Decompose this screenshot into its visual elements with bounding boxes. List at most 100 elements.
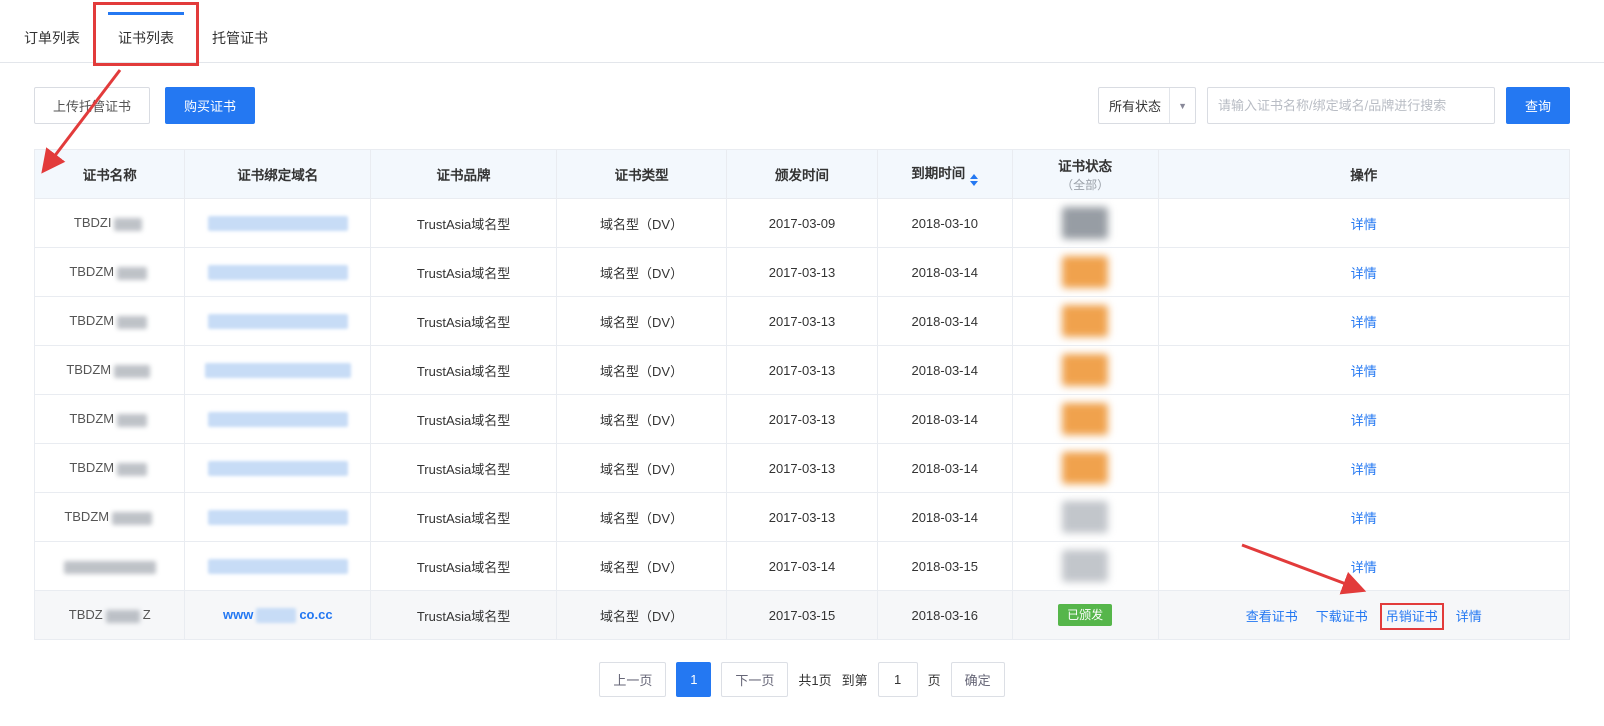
table-row: TBDZM TrustAsia域名型 域名型（DV） 2017-03-13 20…	[35, 444, 1570, 493]
tab-bar: 订单列表 证书列表 托管证书	[0, 0, 1604, 63]
actions-cell: 详情	[1158, 248, 1569, 297]
column-header-expires-label: 到期时间	[911, 166, 965, 181]
redacted-name	[117, 414, 147, 427]
expire-date-cell: 2018-03-14	[877, 248, 1012, 297]
cert-domain-cell	[185, 395, 371, 444]
column-header-domain: 证书绑定域名	[185, 150, 371, 199]
status-filter-select[interactable]: 所有状态 ▼	[1098, 87, 1196, 124]
next-page-button[interactable]: 下一页	[721, 662, 788, 697]
actions-cell: 详情	[1158, 444, 1569, 493]
ssl-certificate-console: 订单列表 证书列表 托管证书 上传托管证书 购买证书 所有状态 ▼ 查询	[0, 0, 1604, 697]
cert-type-cell: 域名型（DV）	[556, 542, 726, 591]
tab-cert-list[interactable]: 证书列表	[108, 12, 184, 62]
redacted-name	[114, 218, 142, 231]
cert-name-cell	[35, 542, 185, 591]
prev-page-button[interactable]: 上一页	[599, 662, 666, 697]
redacted-status	[1062, 305, 1108, 337]
column-header-brand: 证书品牌	[371, 150, 557, 199]
cert-name-text-suffix: Z	[143, 607, 151, 622]
confirm-page-button[interactable]: 确定	[951, 662, 1005, 697]
cert-type-cell: 域名型（DV）	[556, 248, 726, 297]
tab-hosted-certs[interactable]: 托管证书	[202, 12, 278, 62]
redacted-status	[1062, 403, 1108, 435]
column-header-name: 证书名称	[35, 150, 185, 199]
redacted-domain	[256, 608, 296, 623]
redacted-status	[1062, 256, 1108, 288]
expire-date-cell: 2018-03-14	[877, 444, 1012, 493]
cert-name-cell: TBDZM	[35, 346, 185, 395]
issue-date-cell: 2017-03-13	[727, 395, 877, 444]
status-cell	[1012, 542, 1158, 591]
column-header-actions: 操作	[1158, 150, 1569, 199]
cert-brand-cell: TrustAsia域名型	[371, 395, 557, 444]
issue-date-cell: 2017-03-14	[727, 542, 877, 591]
action-link[interactable]: 详情	[1351, 217, 1377, 232]
status-cell	[1012, 346, 1158, 395]
issue-date-cell: 2017-03-15	[727, 591, 877, 640]
toolbar-left: 上传托管证书 购买证书	[34, 87, 255, 124]
redacted-status	[1062, 501, 1108, 533]
action-link[interactable]: 详情	[1456, 609, 1482, 624]
expire-date-cell: 2018-03-15	[877, 542, 1012, 591]
action-link[interactable]: 查看证书	[1246, 609, 1298, 624]
cert-name-cell: TBDZM	[35, 444, 185, 493]
cert-domain-cell	[185, 248, 371, 297]
action-link[interactable]: 详情	[1351, 413, 1377, 428]
toolbar-right: 所有状态 ▼ 查询	[1098, 87, 1570, 124]
search-input[interactable]	[1207, 87, 1495, 124]
status-cell	[1012, 199, 1158, 248]
column-header-status-label: 证书状态	[1058, 159, 1112, 174]
actions-cell: 详情	[1158, 493, 1569, 542]
redacted-domain	[208, 510, 348, 525]
sort-icon[interactable]	[970, 174, 978, 186]
action-link[interactable]: 详情	[1351, 315, 1377, 330]
tab-order-list[interactable]: 订单列表	[14, 12, 90, 62]
action-link[interactable]: 下载证书	[1316, 609, 1368, 624]
status-cell	[1012, 395, 1158, 444]
column-header-expires[interactable]: 到期时间	[877, 150, 1012, 199]
cert-name-text: TBDZM	[69, 460, 114, 475]
table-row: TrustAsia域名型 域名型（DV） 2017-03-14 2018-03-…	[35, 542, 1570, 591]
expire-date-cell: 2018-03-16	[877, 591, 1012, 640]
action-link[interactable]: 详情	[1351, 560, 1377, 575]
redacted-name	[106, 610, 140, 623]
issue-date-cell: 2017-03-13	[727, 493, 877, 542]
column-header-issued: 颁发时间	[727, 150, 877, 199]
buy-cert-button[interactable]: 购买证书	[165, 87, 255, 124]
action-link[interactable]: 详情	[1351, 462, 1377, 477]
action-link[interactable]: 详情	[1351, 266, 1377, 281]
redacted-status	[1062, 550, 1108, 582]
upload-hosted-cert-button[interactable]: 上传托管证书	[34, 87, 150, 124]
page-unit-text: 页	[928, 670, 941, 689]
pagination: 上一页 1 下一页 共1页 到第 页 确定	[0, 662, 1604, 697]
redacted-domain	[208, 314, 348, 329]
action-link[interactable]: 详情	[1351, 511, 1377, 526]
current-page-button[interactable]: 1	[676, 662, 711, 697]
cert-name-cell: TBDZZ	[35, 591, 185, 640]
expire-date-cell: 2018-03-14	[877, 297, 1012, 346]
cert-name-text: TBDZM	[66, 362, 111, 377]
cert-brand-cell: TrustAsia域名型	[371, 297, 557, 346]
action-link[interactable]: 详情	[1351, 364, 1377, 379]
cert-brand-cell: TrustAsia域名型	[371, 346, 557, 395]
chevron-down-icon: ▼	[1169, 88, 1195, 123]
status-filter-all-link[interactable]: （全部）	[1019, 176, 1152, 193]
page-number-input[interactable]	[878, 662, 918, 697]
table-header-row: 证书名称 证书绑定域名 证书品牌 证书类型 颁发时间 到期时间 证书状态 （全部…	[35, 150, 1570, 199]
cert-type-cell: 域名型（DV）	[556, 199, 726, 248]
query-button[interactable]: 查询	[1506, 87, 1570, 124]
cert-type-cell: 域名型（DV）	[556, 297, 726, 346]
column-header-status: 证书状态 （全部）	[1012, 150, 1158, 199]
revoke-cert-link[interactable]: 吊销证书	[1386, 609, 1438, 624]
cert-domain-text: www	[223, 607, 253, 622]
cert-name-text: TBDZI	[74, 215, 112, 230]
table-row: TBDZM TrustAsia域名型 域名型（DV） 2017-03-13 20…	[35, 493, 1570, 542]
status-cell	[1012, 493, 1158, 542]
cert-brand-cell: TrustAsia域名型	[371, 591, 557, 640]
cert-domain-cell	[185, 493, 371, 542]
redacted-name	[117, 267, 147, 280]
redacted-status	[1062, 207, 1108, 239]
expire-date-cell: 2018-03-14	[877, 395, 1012, 444]
redacted-name	[117, 316, 147, 329]
status-badge: 已颁发	[1058, 604, 1112, 626]
